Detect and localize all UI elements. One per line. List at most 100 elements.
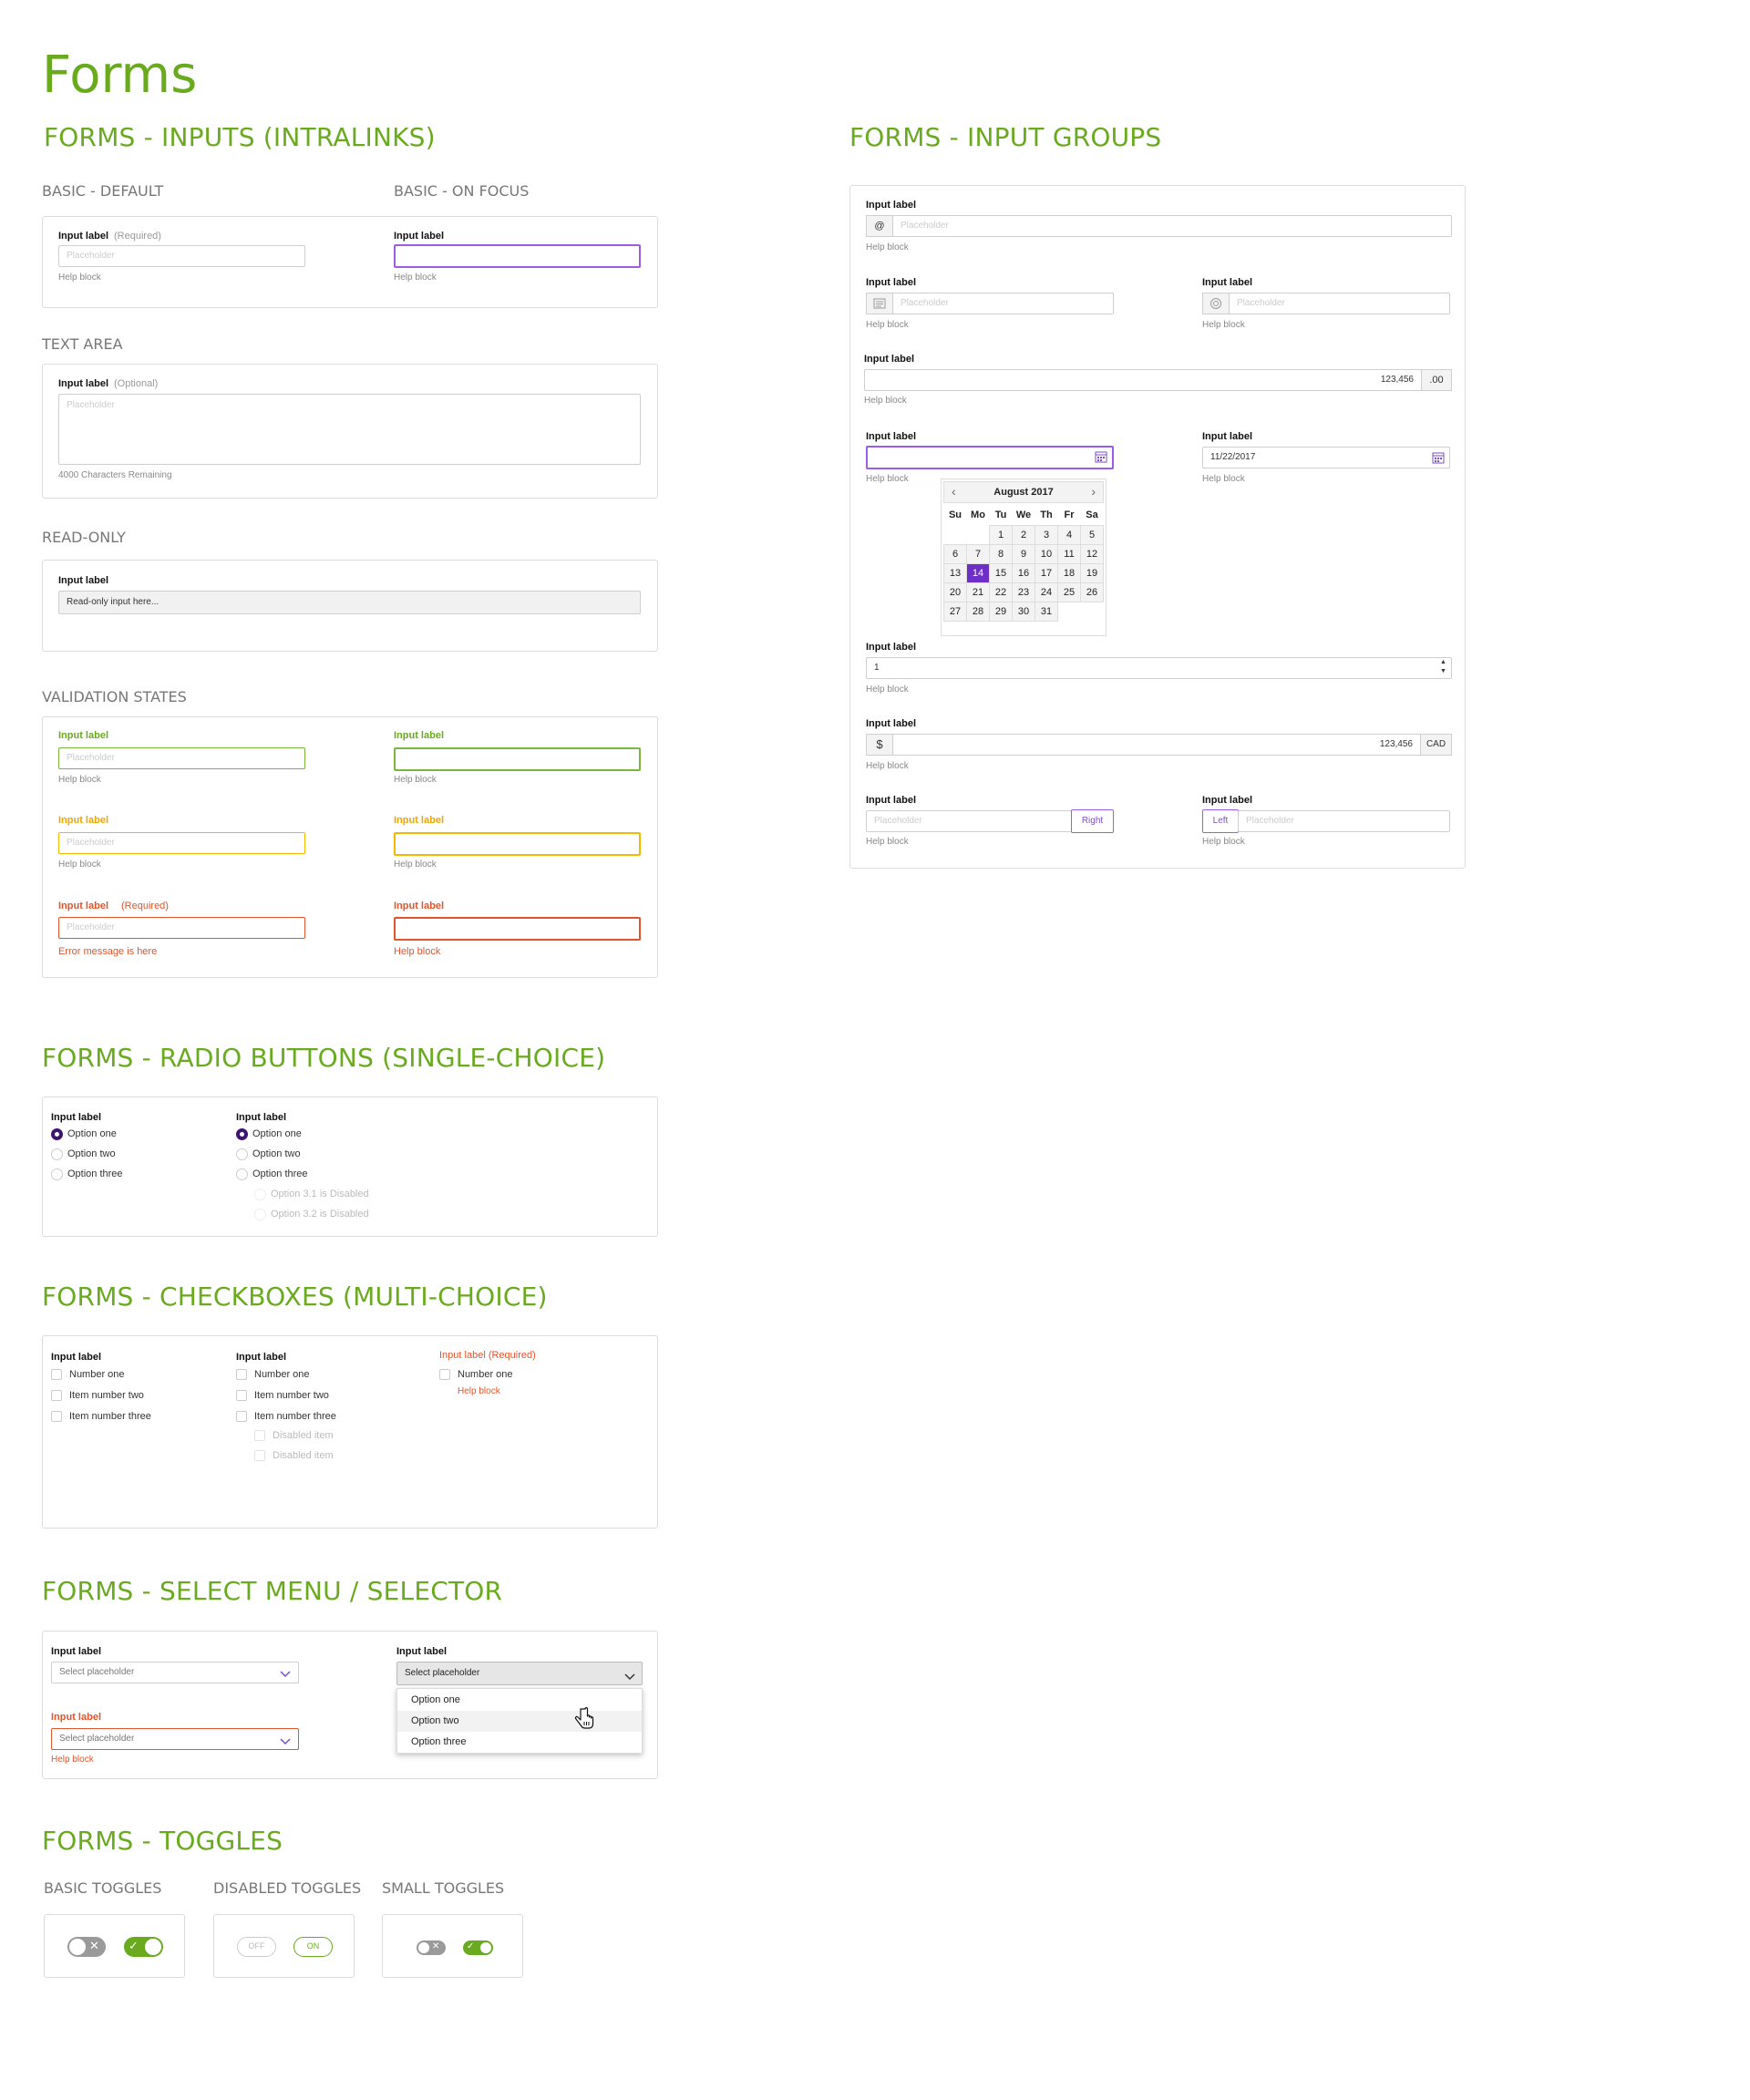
default-input[interactable]: Placeholder [58,245,305,267]
checkbox-label[interactable]: Number one [69,1369,125,1380]
radio-button[interactable] [236,1168,248,1180]
toggle-off[interactable]: ✕ [67,1937,106,1957]
calendar-day[interactable]: 31 [1035,601,1058,622]
calendar-day[interactable]: 6 [943,543,967,564]
checkbox-label[interactable]: Disabled item [273,1430,334,1441]
radio-button[interactable] [236,1148,248,1160]
radio-label[interactable]: Option 3.1 is Disabled [271,1189,369,1199]
calendar-day[interactable]: 2 [1012,524,1035,545]
calendar-day[interactable]: 30 [1012,601,1035,622]
toggle-on[interactable]: ✓ [124,1937,163,1957]
checkbox[interactable] [236,1411,247,1422]
checkbox[interactable] [51,1411,62,1422]
error-input[interactable]: Placeholder [58,917,305,939]
section-title-checkbox: FORMS - CHECKBOXES (MULTI-CHOICE) [42,1282,548,1312]
calendar-day[interactable]: 16 [1012,562,1035,583]
calendar-day[interactable]: 19 [1080,562,1104,583]
quantity-stepper[interactable]: 1 [866,657,1452,679]
email-input[interactable]: Placeholder [892,215,1452,237]
radio-label[interactable]: Option two [67,1148,116,1159]
amount-input[interactable]: 123,456 [864,369,1422,391]
calendar-day[interactable]: 26 [1080,582,1104,602]
small-toggle-on[interactable]: ✓ [463,1940,493,1955]
currency-input[interactable]: 123,456 [892,734,1421,756]
calendar-day[interactable]: 21 [966,582,990,602]
select-error[interactable]: Select placeholder [51,1728,299,1750]
success-input-focused[interactable] [394,747,641,771]
checkbox-label[interactable]: Disabled item [273,1450,334,1461]
chevron-down-icon[interactable] [280,1666,291,1683]
calendar-day[interactable]: 15 [989,562,1013,583]
calendar-day[interactable]: 8 [989,543,1013,564]
left-button[interactable]: Left [1202,809,1239,833]
warning-input-focused[interactable] [394,832,641,856]
calendar-day[interactable]: 9 [1012,543,1035,564]
checkbox-label[interactable]: Item number two [69,1390,144,1401]
select-open[interactable]: Select placeholder [396,1662,643,1685]
calendar-day[interactable]: 1 [989,524,1013,545]
calendar-day[interactable]: 5 [1080,524,1104,545]
calendar-day[interactable]: 20 [943,582,967,602]
chevron-right-icon[interactable]: › [1091,484,1096,499]
calendar-icon[interactable] [1095,450,1107,468]
calendar-day[interactable]: 27 [943,601,967,622]
calendar-day[interactable]: 4 [1057,524,1081,545]
checkbox[interactable] [51,1369,62,1380]
left-button-input[interactable]: Placeholder [1238,810,1450,832]
calendar-day[interactable]: 24 [1035,582,1058,602]
right-button-input[interactable]: Placeholder [866,810,1072,832]
warning-input[interactable]: Placeholder [58,832,305,854]
radio-label[interactable]: Option one [252,1128,302,1139]
calendar-icon[interactable] [1432,451,1445,468]
stepper-arrows-icon[interactable]: ▲ ▼ [1440,658,1446,676]
calendar-day[interactable]: 25 [1057,582,1081,602]
checkbox-label[interactable]: Item number two [254,1390,329,1401]
checkbox-label[interactable]: Number one [458,1369,513,1380]
select-option-hover[interactable]: Option two [397,1711,642,1732]
radio-label[interactable]: Option three [67,1168,123,1179]
calendar-day[interactable]: 29 [989,601,1013,622]
select-option[interactable]: Option one [397,1690,642,1711]
calendar-day[interactable]: 10 [1035,543,1058,564]
checkbox[interactable] [236,1369,247,1380]
document-input[interactable]: Placeholder [892,293,1114,314]
select-option[interactable]: Option three [397,1732,642,1753]
copyright-input[interactable]: Placeholder [1229,293,1450,314]
calendar-day-selected[interactable]: 14 [966,562,990,583]
radio-button[interactable] [51,1168,63,1180]
right-button[interactable]: Right [1071,809,1114,833]
calendar-day[interactable]: 7 [966,543,990,564]
calendar-day[interactable]: 22 [989,582,1013,602]
checkbox-label[interactable]: Number one [254,1369,310,1380]
radio-label[interactable]: Option three [252,1168,308,1179]
checkbox[interactable] [51,1390,62,1401]
error-input-focused[interactable] [394,917,641,941]
success-input[interactable]: Placeholder [58,747,305,769]
focused-input[interactable] [394,244,641,268]
select-default[interactable]: Select placeholder [51,1662,299,1683]
calendar-day[interactable]: 3 [1035,524,1058,545]
calendar-day[interactable]: 23 [1012,582,1035,602]
date-input-open[interactable] [866,446,1114,469]
radio-label[interactable]: Option two [252,1148,301,1159]
small-toggle-off[interactable]: ✕ [417,1940,446,1955]
calendar-day[interactable]: 18 [1057,562,1081,583]
calendar-day[interactable]: 13 [943,562,967,583]
radio-label[interactable]: Option one [67,1128,117,1139]
radio-selected[interactable] [51,1128,63,1140]
radio-selected[interactable] [236,1128,248,1140]
date-input[interactable]: 11/22/2017 [1202,447,1450,468]
text-area[interactable]: Placeholder [58,394,641,465]
radio-label[interactable]: Option 3.2 is Disabled [271,1209,369,1220]
calendar-day[interactable]: 12 [1080,543,1104,564]
calendar-day[interactable]: 17 [1035,562,1058,583]
calendar-day[interactable]: 11 [1057,543,1081,564]
checkbox[interactable] [439,1369,450,1380]
chevron-down-icon[interactable] [624,1669,635,1685]
chevron-down-icon[interactable] [280,1734,291,1750]
checkbox[interactable] [236,1390,247,1401]
checkbox-label[interactable]: Item number three [254,1411,336,1422]
radio-button[interactable] [51,1148,63,1160]
checkbox-label[interactable]: Item number three [69,1411,151,1422]
calendar-day[interactable]: 28 [966,601,990,622]
